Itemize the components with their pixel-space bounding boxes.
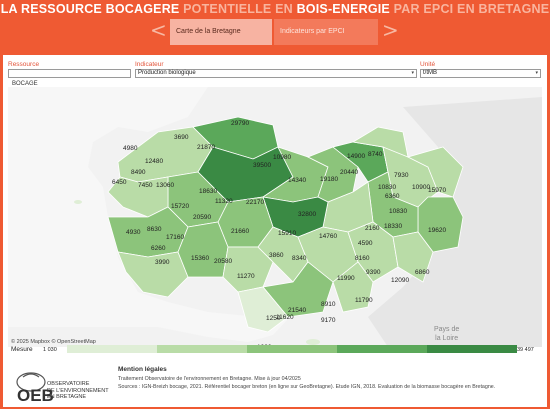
indicateur-select[interactable]: Production biologique ▾ bbox=[135, 69, 417, 78]
epci-value-label: 8490 bbox=[131, 169, 146, 176]
legend-color-scale bbox=[67, 345, 517, 353]
mention-line-1: Traitement Observatoire de l'environneme… bbox=[118, 376, 301, 382]
epci-value-label: 4930 bbox=[126, 229, 141, 236]
ressource-input[interactable] bbox=[8, 69, 131, 78]
epci-value-label: 11790 bbox=[355, 297, 373, 304]
epci-value-label: 10830 bbox=[389, 208, 408, 215]
epci-value-label: 7450 bbox=[138, 182, 153, 189]
legend-swatch bbox=[337, 345, 427, 353]
mention-title: Mention légales bbox=[118, 366, 167, 373]
epci-value-label: 6450 bbox=[112, 179, 127, 186]
epci-value-label: 32800 bbox=[298, 211, 317, 218]
epci-value-label: 3860 bbox=[269, 252, 284, 259]
unite-select[interactable]: t/tMB ▾ bbox=[420, 69, 541, 78]
title-part-3: BOIS-ENERGIE bbox=[296, 2, 390, 16]
epci-value-label: 8910 bbox=[321, 301, 336, 308]
epci-value-label: 14340 bbox=[288, 177, 307, 184]
epci-value-label: 12090 bbox=[391, 277, 410, 284]
epci-value-label: 10830 bbox=[378, 184, 397, 191]
next-arrow-icon[interactable]: > bbox=[382, 19, 399, 43]
epci-value-label: 19620 bbox=[428, 227, 447, 234]
epci-value-label: 3690 bbox=[174, 134, 189, 141]
map-canvas bbox=[8, 87, 542, 347]
epci-value-label: 7930 bbox=[394, 172, 409, 179]
island-ouessant bbox=[74, 200, 82, 204]
epci-value-label: 2160 bbox=[365, 225, 380, 232]
epci-value-label: 15910 bbox=[278, 230, 297, 237]
island-belle-ile bbox=[249, 313, 267, 321]
epci-value-label: 11620 bbox=[276, 314, 294, 321]
dashboard-panel: Ressource BOCAGE Indicateur Production b… bbox=[3, 55, 547, 407]
epci-value-label: 6260 bbox=[151, 245, 166, 252]
epci-value-label: 9390 bbox=[366, 269, 381, 276]
epci-value-label: 14900 bbox=[347, 153, 366, 160]
epci-value-label: 29790 bbox=[231, 120, 250, 127]
region-label-line: la Loire bbox=[435, 335, 459, 342]
epci-value-label: 9170 bbox=[321, 317, 336, 324]
epci-value-label: 8340 bbox=[292, 255, 307, 262]
tab-carte-bretagne[interactable]: Carte de la Bretagne bbox=[170, 19, 272, 45]
epci-value-label: 20590 bbox=[193, 214, 212, 221]
epci-value-label: 21660 bbox=[231, 228, 250, 235]
epci-value-label: 21540 bbox=[288, 307, 307, 314]
epci-value-label: 6860 bbox=[415, 269, 430, 276]
epci-value-label: 11990 bbox=[337, 275, 355, 282]
legend-swatch bbox=[247, 345, 337, 353]
epci-value-label: 39500 bbox=[253, 162, 272, 169]
epci-value-label: 8740 bbox=[368, 151, 383, 158]
epci-value-label: 11270 bbox=[237, 273, 255, 280]
legend-label: Mesure bbox=[11, 346, 33, 353]
tab-indicateurs-epci[interactable]: Indicateurs par EPCI bbox=[274, 19, 378, 45]
epci-value-label: 17160 bbox=[166, 234, 185, 241]
epci-value-label: 20580 bbox=[214, 258, 233, 265]
title-part-4: PAR EPCI EN BRETAGNE bbox=[389, 2, 550, 16]
dropdown-arrow-icon: ▾ bbox=[535, 70, 538, 76]
logo-subtitle: OBSERVATOIRE DE L'ENVIRONNEMENT EN BRETA… bbox=[47, 381, 109, 401]
legend-max-value: 39 497 bbox=[517, 347, 534, 353]
epci-value-label: 6360 bbox=[385, 193, 400, 200]
epci-value-label: 10980 bbox=[273, 154, 292, 161]
epci-value-label: 13060 bbox=[156, 182, 175, 189]
region-label-line: Pays de bbox=[434, 326, 460, 333]
epci-value-label: 8630 bbox=[147, 226, 162, 233]
page-title: LA RESSOURCE BOCAGERE POTENTIELLE EN BOI… bbox=[0, 2, 550, 16]
unite-label: Unité bbox=[420, 61, 436, 68]
epci-value-label: 22170 bbox=[246, 199, 265, 206]
previous-arrow-icon[interactable]: < bbox=[150, 19, 167, 43]
epci-value-label: 11320 bbox=[215, 198, 233, 205]
epci-value-label: 4590 bbox=[358, 240, 373, 247]
indicateur-label: Indicateur bbox=[135, 61, 164, 68]
epci-value-label: 4980 bbox=[123, 145, 138, 152]
epci-value-label: 18330 bbox=[384, 223, 403, 230]
title-part-2: POTENTIELLE EN bbox=[183, 2, 297, 16]
epci-value-label: 8160 bbox=[355, 255, 370, 262]
epci-value-label: 3990 bbox=[155, 259, 170, 266]
epci-value-label: 21870 bbox=[197, 144, 216, 151]
choropleth-map[interactable]: 29790 3690 4980 21870 12480 8490 6450 74… bbox=[8, 87, 542, 347]
epci-value-label: 19180 bbox=[320, 176, 339, 183]
epci-value-label: 15720 bbox=[171, 203, 190, 210]
indicateur-value: Production biologique bbox=[138, 70, 196, 76]
epci-value-label: 12480 bbox=[145, 158, 164, 165]
legend-swatch bbox=[157, 345, 247, 353]
ressource-label: Ressource bbox=[8, 61, 40, 68]
epci-value-label: 18630 bbox=[199, 188, 218, 195]
mention-line-2: Sources : IGN-Breizh bocage, 2021. Référ… bbox=[118, 384, 496, 390]
epci-value-label: 15970 bbox=[428, 187, 447, 194]
unite-value: t/tMB bbox=[423, 70, 438, 76]
epci-value-label: 14760 bbox=[319, 233, 338, 240]
neighbour-region-label: Pays de la Loire bbox=[434, 325, 459, 343]
logo-subtitle-line: EN BRETAGNE bbox=[47, 394, 87, 400]
epci-value-label: 20440 bbox=[340, 169, 359, 176]
epci-value-label: 15360 bbox=[191, 255, 210, 262]
title-part-1: LA RESSOURCE BOCAGERE bbox=[0, 2, 184, 16]
dropdown-arrow-icon: ▾ bbox=[411, 70, 414, 76]
legend-swatch bbox=[427, 345, 517, 353]
legend-swatch bbox=[67, 345, 157, 353]
legend-min-value: 1 030 bbox=[43, 347, 57, 353]
